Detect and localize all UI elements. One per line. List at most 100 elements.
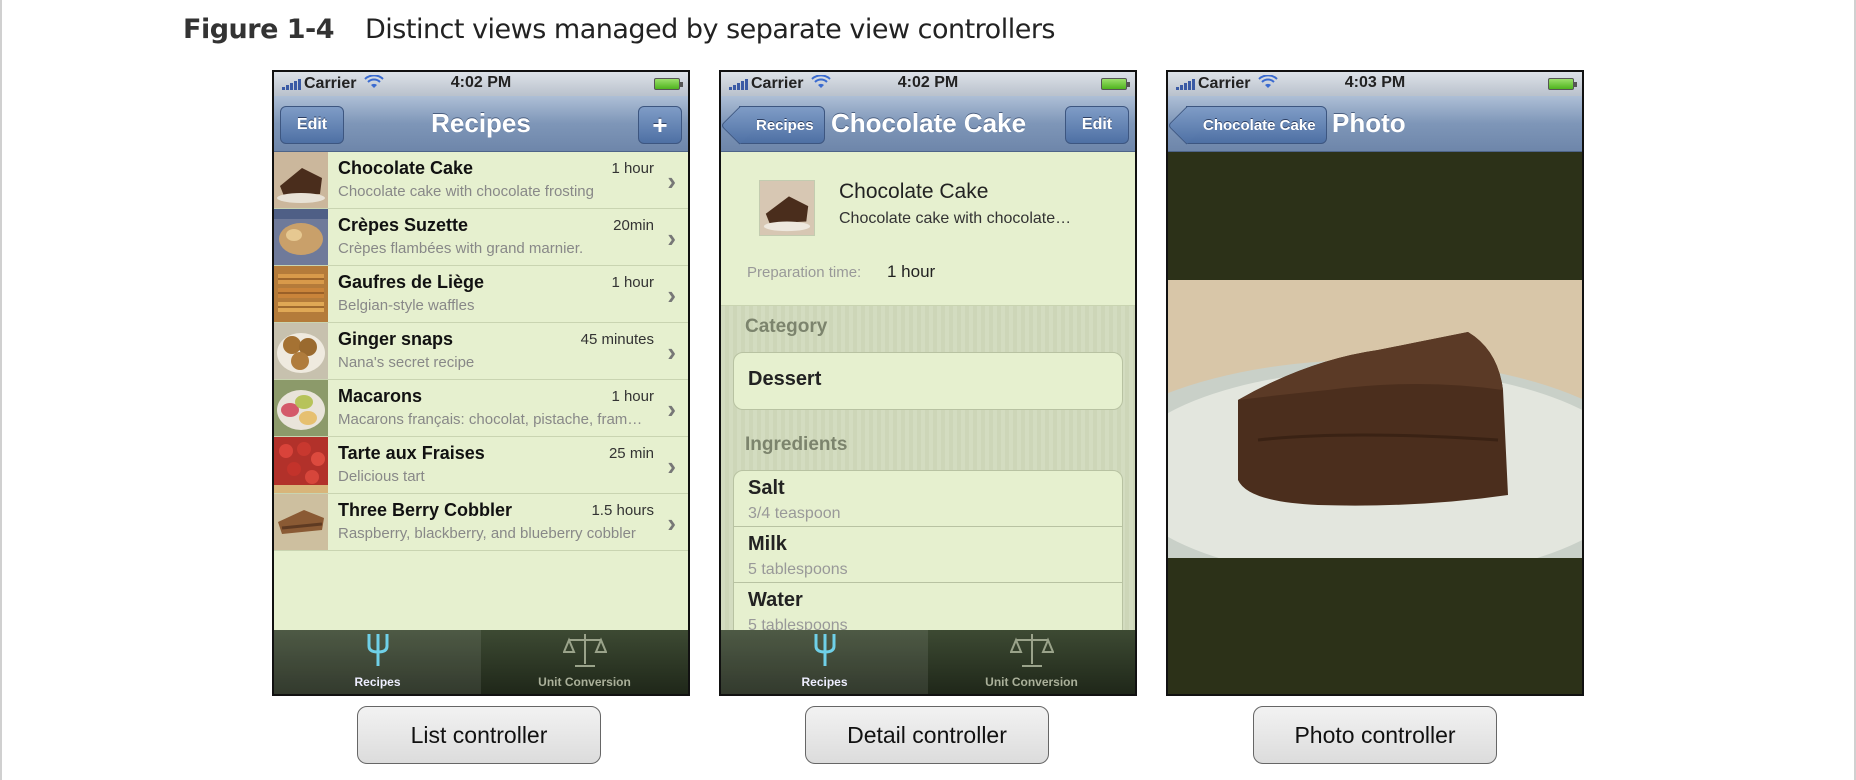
recipe-thumbnail [274, 323, 328, 379]
list-item[interactable]: Crèpes Suzette Crèpes flambées with gran… [274, 209, 688, 266]
tab-bar: Recipes Unit Conversion [721, 630, 1135, 694]
recipe-time: 25 min [608, 445, 654, 462]
signal-icon [729, 78, 748, 90]
recipe-time: 45 minutes [580, 331, 654, 348]
chevron-right-icon: › [667, 451, 676, 481]
tab-unit-conversion[interactable]: Unit Conversion [928, 630, 1135, 694]
photo-screen: Carrier 4:03 PM Chocolate Cake Photo [1166, 70, 1584, 696]
wifi-icon [364, 74, 385, 93]
list-controller-label: List controller [357, 706, 601, 764]
back-button[interactable]: Chocolate Cake [1186, 106, 1327, 144]
list-item[interactable]: Ginger snaps Nana's secret recipe 45 min… [274, 323, 688, 380]
chevron-right-icon: › [667, 508, 676, 538]
back-button[interactable]: Recipes [739, 106, 825, 144]
category-cell[interactable]: Dessert [734, 353, 1122, 409]
ingredient-amount: 3/4 teaspoon [748, 505, 841, 522]
prep-time-value: 1 hour [887, 262, 936, 281]
tab-recipes[interactable]: Recipes [274, 630, 481, 694]
page-border-left [0, 0, 2, 780]
figure-label: Figure 1-4 [183, 14, 335, 45]
recipe-header: Chocolate Cake Chocolate cake with choco… [721, 152, 1135, 306]
recipe-description: Belgian-style waffles [338, 297, 475, 314]
add-button[interactable]: + [638, 106, 682, 144]
list-screen: Carrier 4:02 PM Edit Recipes + Chocolate… [272, 70, 690, 696]
tab-unit-conversion[interactable]: Unit Conversion [481, 630, 688, 694]
chevron-right-icon: › [667, 280, 676, 310]
recipe-photo[interactable] [1168, 280, 1582, 558]
status-bar: Carrier 4:03 PM [1168, 72, 1582, 96]
wifi-icon [1258, 74, 1279, 93]
recipe-description: Raspberry, blackberry, and blueberry cob… [338, 525, 636, 542]
recipe-thumbnail [274, 380, 328, 436]
navigation-bar: Recipes Chocolate Cake Edit [721, 96, 1135, 152]
chevron-right-icon: › [667, 223, 676, 253]
list-item[interactable]: Tarte aux Fraises Delicious tart 25 min … [274, 437, 688, 494]
scale-icon [1009, 632, 1054, 671]
list-item[interactable]: Gaufres de Liège Belgian-style waffles 1… [274, 266, 688, 323]
category-value: Dessert [748, 368, 822, 390]
cake-image [1168, 280, 1582, 558]
recipe-thumbnail [274, 494, 328, 550]
status-time: 4:02 PM [450, 74, 512, 91]
recipe-list: Chocolate Cake Chocolate cake with choco… [274, 152, 688, 551]
photo-controller-label: Photo controller [1253, 706, 1497, 764]
recipe-name: Chocolate Cake [839, 180, 989, 203]
chevron-right-icon: › [667, 337, 676, 367]
ingredient-cell[interactable]: Milk 5 tablespoons [734, 527, 1122, 583]
ingredients-header: Ingredients [745, 434, 848, 455]
grouped-table: Category Dessert Ingredients Salt 3/4 te… [721, 306, 1135, 670]
recipe-name: Crèpes Suzette [338, 215, 469, 235]
carrier-label: Carrier [751, 75, 804, 92]
nav-title: Recipes [431, 108, 531, 138]
chevron-right-icon: › [667, 166, 676, 196]
status-time: 4:03 PM [1344, 74, 1406, 91]
recipe-description: Macarons français: chocolat, pistache, f… [338, 411, 643, 428]
carrier-label: Carrier [304, 75, 357, 92]
status-bar: Carrier 4:02 PM [274, 72, 688, 96]
nav-title: Photo [1332, 108, 1406, 138]
recipe-photo-thumbnail[interactable] [759, 180, 815, 236]
ingredient-name: Milk [748, 533, 787, 555]
status-time: 4:02 PM [897, 74, 959, 91]
list-item[interactable]: Three Berry Cobbler Raspberry, blackberr… [274, 494, 688, 551]
recipe-time: 1 hour [611, 388, 654, 405]
category-group: Dessert [733, 352, 1123, 410]
recipe-description: Nana's secret recipe [338, 354, 475, 371]
recipe-name: Ginger snaps [338, 329, 454, 349]
recipe-time: 1 hour [611, 160, 654, 177]
list-item[interactable]: Chocolate Cake Chocolate cake with choco… [274, 152, 688, 209]
recipe-name: Tarte aux Fraises [338, 443, 485, 463]
ingredient-cell[interactable]: Salt 3/4 teaspoon [734, 471, 1122, 527]
recipe-thumbnail [274, 209, 328, 265]
chevron-right-icon: › [667, 394, 676, 424]
recipe-time: 20min [613, 217, 654, 234]
prep-time-label: Preparation time: [747, 264, 862, 281]
navigation-bar: Chocolate Cake Photo [1168, 96, 1582, 152]
recipe-time: 1 hour [611, 274, 654, 291]
fork-icon [366, 632, 390, 671]
status-bar: Carrier 4:02 PM [721, 72, 1135, 96]
navigation-bar: Edit Recipes + [274, 96, 688, 152]
tab-label: Recipes [801, 675, 848, 689]
figure-caption: Distinct views managed by separate view … [365, 14, 1056, 45]
ingredient-amount: 5 tablespoons [748, 561, 848, 578]
ingredient-name: Salt [748, 477, 785, 499]
tab-bar: Recipes Unit Conversion [274, 630, 688, 694]
recipe-description: Crèpes flambées with grand marnier. [338, 240, 584, 257]
recipe-description: Chocolate cake with chocolate… [839, 210, 1072, 227]
recipe-time: 1.5 hours [591, 502, 654, 519]
recipe-name: Chocolate Cake [338, 158, 474, 178]
recipe-name: Gaufres de Liège [338, 272, 485, 292]
tab-label: Recipes [354, 675, 401, 689]
detail-screen: Carrier 4:02 PM Recipes Chocolate Cake E… [719, 70, 1137, 696]
scale-icon [562, 632, 607, 671]
signal-icon [1176, 78, 1195, 90]
tab-label: Unit Conversion [538, 675, 631, 689]
list-item[interactable]: Macarons Macarons français: chocolat, pi… [274, 380, 688, 437]
recipe-thumbnail [274, 437, 328, 493]
plus-icon: + [652, 109, 668, 140]
recipe-name: Three Berry Cobbler [338, 500, 513, 520]
recipe-name: Macarons [338, 386, 423, 406]
tab-recipes[interactable]: Recipes [721, 630, 928, 694]
edit-button[interactable]: Edit [1065, 106, 1129, 144]
